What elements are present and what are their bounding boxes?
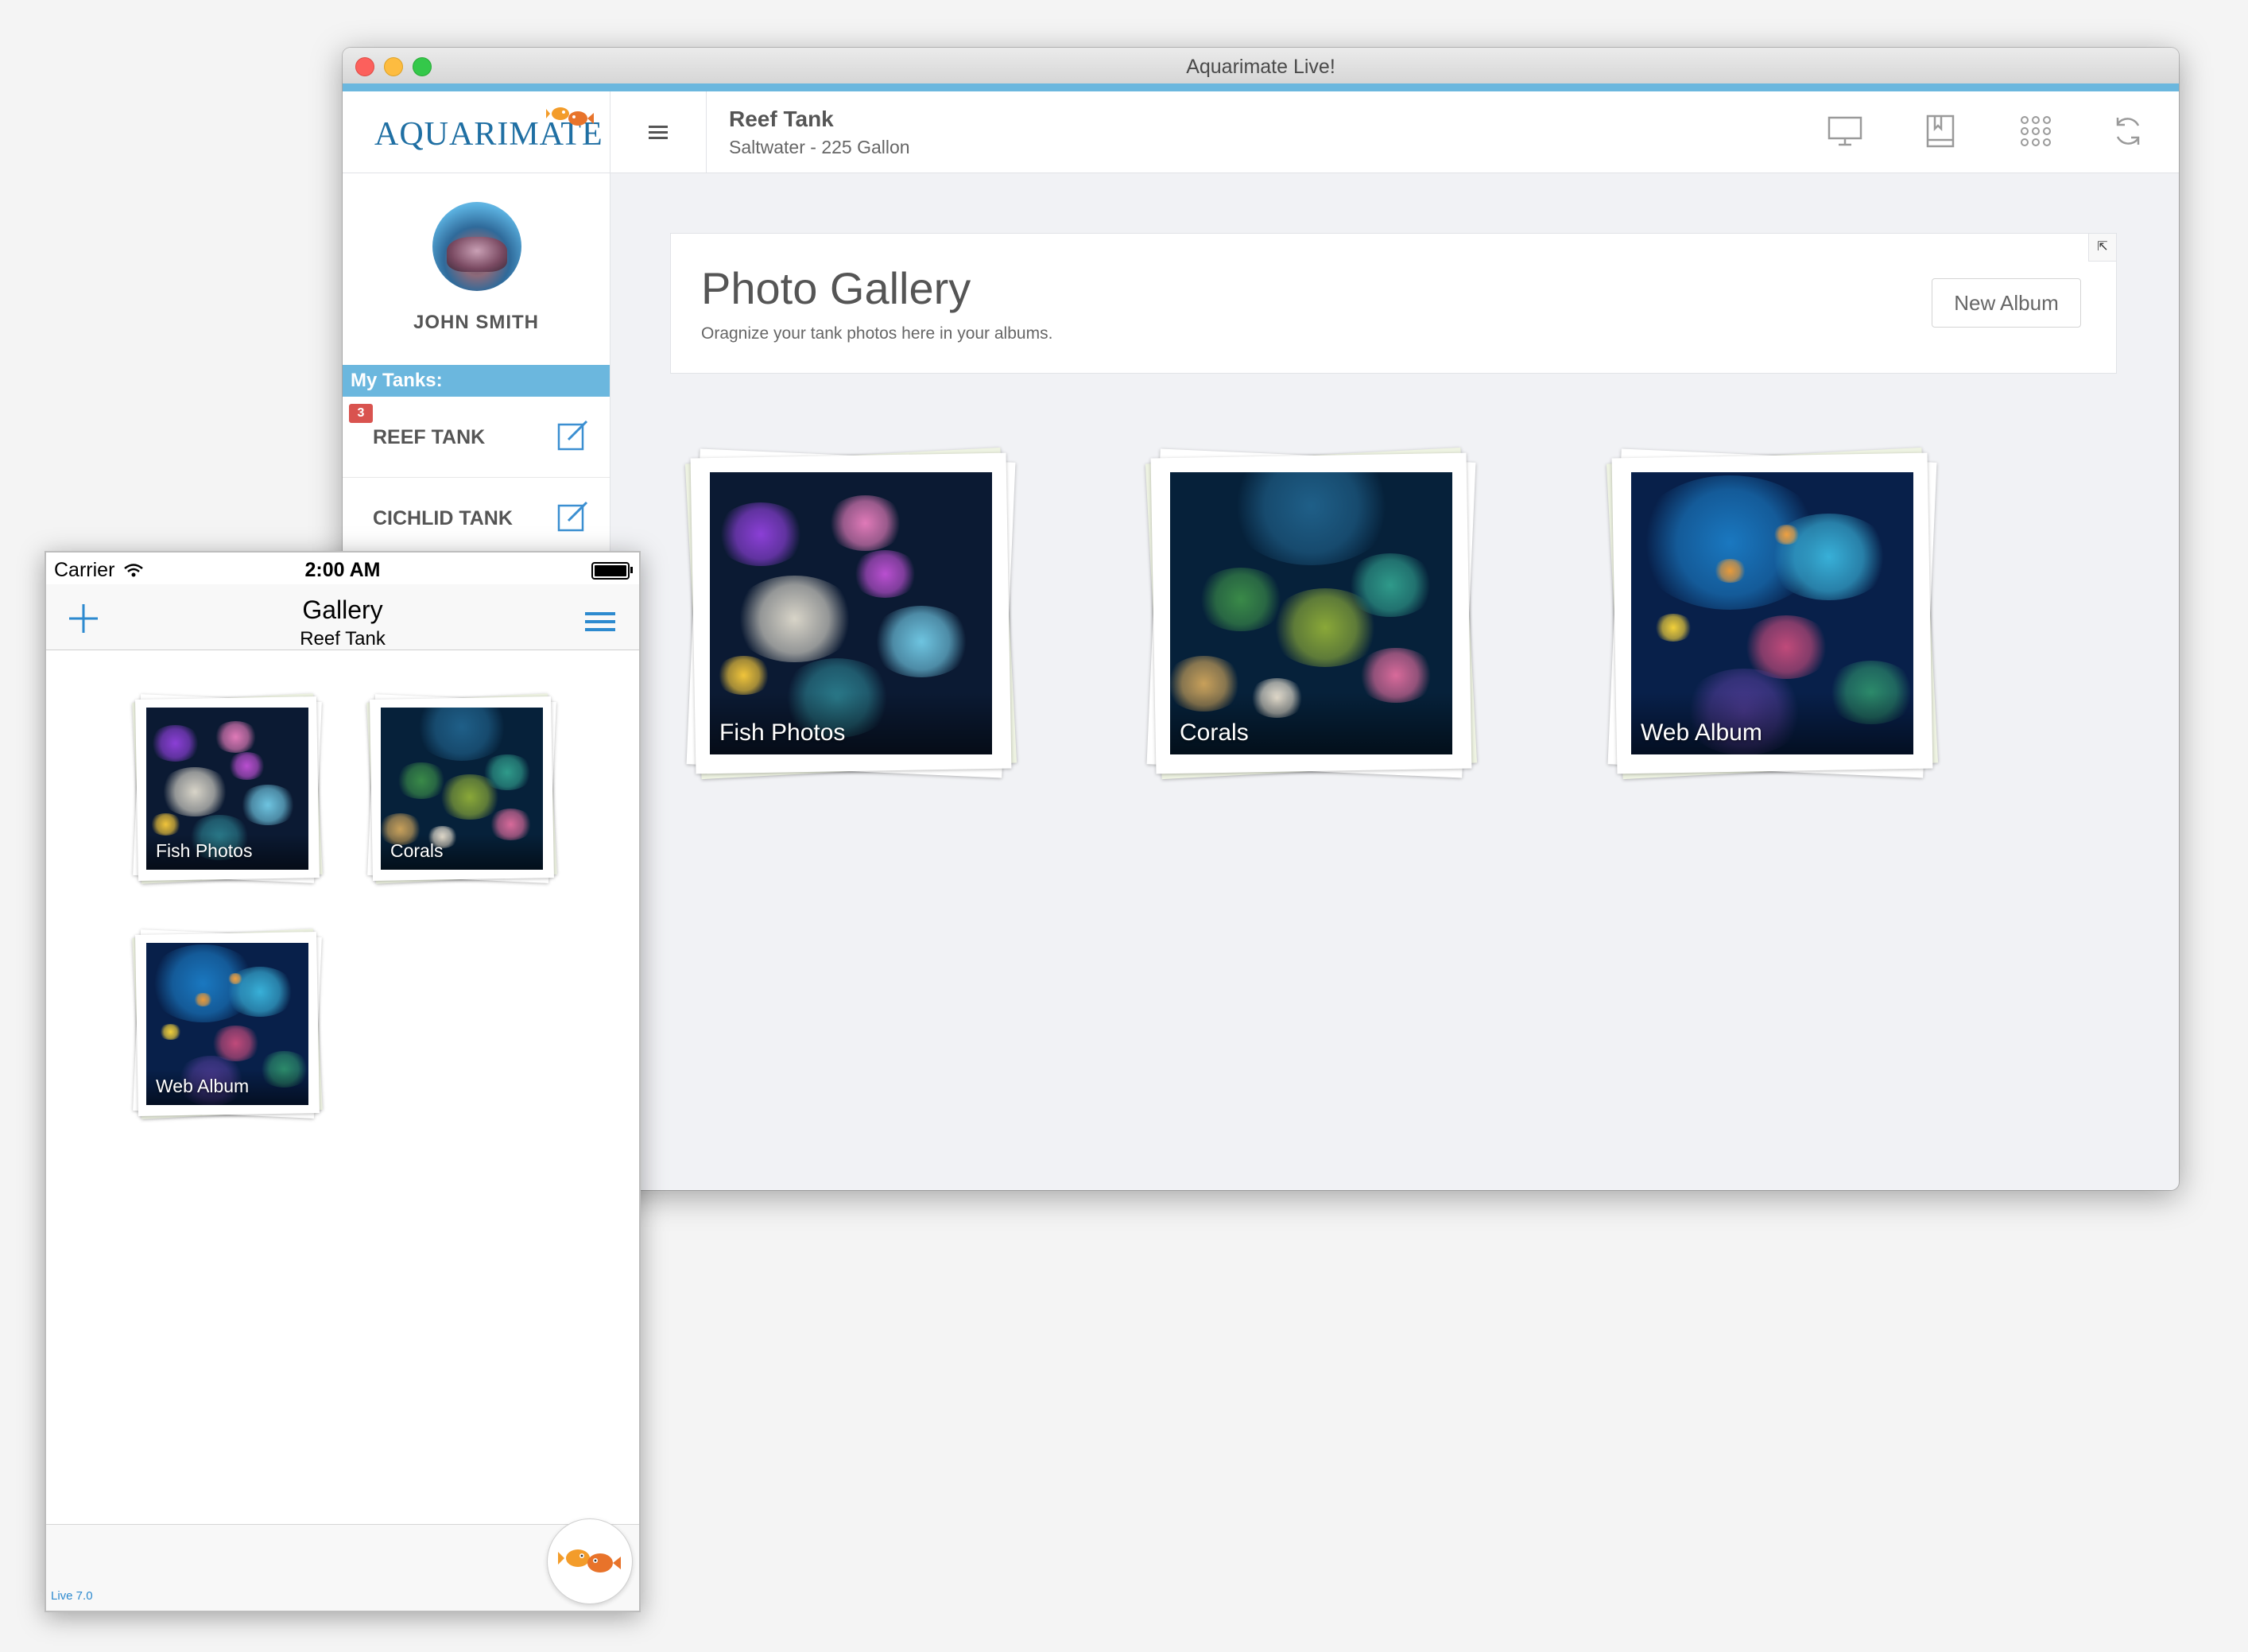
battery-icon xyxy=(591,562,633,580)
photo-detail xyxy=(1712,559,1747,584)
page-subtitle: Oragnize your tank photos here in your a… xyxy=(701,324,1053,343)
phone-footer: Live 7.0 xyxy=(46,1518,639,1611)
photo-detail xyxy=(159,1024,182,1041)
phone-album-card[interactable]: Web Album xyxy=(132,929,323,1119)
monitor-icon xyxy=(1827,116,1862,146)
album-name: Web Album xyxy=(156,1076,250,1096)
accent-bar xyxy=(343,83,2179,91)
menu-button[interactable] xyxy=(585,611,615,632)
album-cover-image: Fish Photos xyxy=(146,708,308,870)
notification-badge: 3 xyxy=(349,404,373,423)
grid-dots-icon xyxy=(2021,116,2051,146)
photo-detail xyxy=(227,752,266,780)
journal-button[interactable] xyxy=(1920,111,1961,152)
album-name: Fish Photos xyxy=(156,840,253,861)
book-icon xyxy=(1926,114,1955,148)
my-tanks-heading: My Tanks: xyxy=(343,365,610,397)
photo-detail xyxy=(149,812,182,836)
album-cover-image: Corals xyxy=(1170,472,1452,754)
user-name: JOHN SMITH xyxy=(413,312,539,333)
window-title: Aquarimate Live! xyxy=(1186,56,1335,78)
logo[interactable]: AQUARIMATE xyxy=(343,91,610,173)
album-cover-image: Web Album xyxy=(1631,472,1913,754)
photo-detail xyxy=(193,992,213,1006)
photo-detail xyxy=(851,549,919,598)
album-name: Corals xyxy=(390,840,444,861)
album-name: Web Album xyxy=(1641,719,1762,746)
tank-name: CICHLID TANK xyxy=(373,507,513,529)
avatar[interactable] xyxy=(432,202,521,291)
photo-detail xyxy=(149,725,202,762)
version-label: Live 7.0 xyxy=(51,1589,93,1603)
hamburger-icon xyxy=(648,126,668,139)
phone-album-card[interactable]: Corals xyxy=(366,693,557,884)
desktop-album-card[interactable]: Fish Photos xyxy=(684,447,1017,780)
photo-detail xyxy=(1772,524,1800,545)
nav-title: Gallery xyxy=(302,595,383,624)
title-bar: Aquarimate Live! xyxy=(343,48,2179,84)
nav-subtitle: Reef Tank xyxy=(300,628,386,650)
photo-detail xyxy=(159,766,231,817)
photo-detail xyxy=(732,575,857,663)
fish-logo-icon xyxy=(558,1549,621,1573)
sidebar-item-cichlid-tank[interactable]: CICHLID TANK xyxy=(343,479,610,559)
photo-detail xyxy=(1345,553,1436,617)
phone-screen: Carrier 2:00 AM Gallery Reef Tank Fish P… xyxy=(45,551,641,1612)
photo-detail xyxy=(825,495,905,551)
avatar-image xyxy=(447,237,507,272)
fish-logo-icon xyxy=(546,107,594,126)
apps-button[interactable] xyxy=(2015,111,2056,152)
photo-detail xyxy=(715,655,773,696)
status-bar: Carrier 2:00 AM xyxy=(46,553,639,584)
photo-detail xyxy=(870,606,973,677)
tank-title: Reef Tank xyxy=(729,107,834,131)
desktop-album-card[interactable]: Web Album xyxy=(1606,447,1939,780)
monitor-button[interactable] xyxy=(1824,111,1866,152)
gallery-header-panel: Photo Gallery Oragnize your tank photos … xyxy=(670,233,2117,374)
page-title: Photo Gallery xyxy=(701,263,971,313)
app-header: AQUARIMATE Reef Tank Saltwater - 225 Gal… xyxy=(343,91,2179,173)
tank-subtitle: Saltwater - 225 Gallon xyxy=(729,137,910,157)
photo-detail xyxy=(212,720,258,753)
photo-detail xyxy=(715,502,806,566)
aquarimate-fish-button[interactable] xyxy=(547,1518,633,1604)
album-name: Corals xyxy=(1180,719,1249,746)
edit-icon[interactable] xyxy=(557,501,589,533)
sidebar-item-reef-tank[interactable]: 3 REEF TANK xyxy=(343,397,610,478)
new-album-button[interactable]: New Album xyxy=(1932,278,2081,328)
album-cover-image: Web Album xyxy=(146,943,308,1105)
edit-icon[interactable] xyxy=(557,420,589,452)
refresh-icon xyxy=(2116,118,2140,145)
refresh-button[interactable] xyxy=(2107,111,2149,152)
expand-icon[interactable]: ⇱ xyxy=(2088,234,2116,262)
tank-name: REEF TANK xyxy=(373,426,486,448)
album-cover-image: Fish Photos xyxy=(710,472,992,754)
phone-nav-bar: Gallery Reef Tank xyxy=(46,584,639,650)
album-name: Fish Photos xyxy=(719,719,846,746)
photo-detail xyxy=(481,754,533,791)
photo-detail xyxy=(1653,613,1694,642)
desktop-album-card[interactable]: Corals xyxy=(1145,447,1478,780)
photo-detail xyxy=(413,708,511,762)
album-cover-image: Corals xyxy=(381,708,543,870)
photo-detail xyxy=(1227,472,1396,566)
photo-detail xyxy=(238,784,297,826)
hamburger-menu-button[interactable] xyxy=(610,91,707,173)
phone-album-card[interactable]: Fish Photos xyxy=(132,693,323,884)
status-time: 2:00 AM xyxy=(304,559,381,581)
